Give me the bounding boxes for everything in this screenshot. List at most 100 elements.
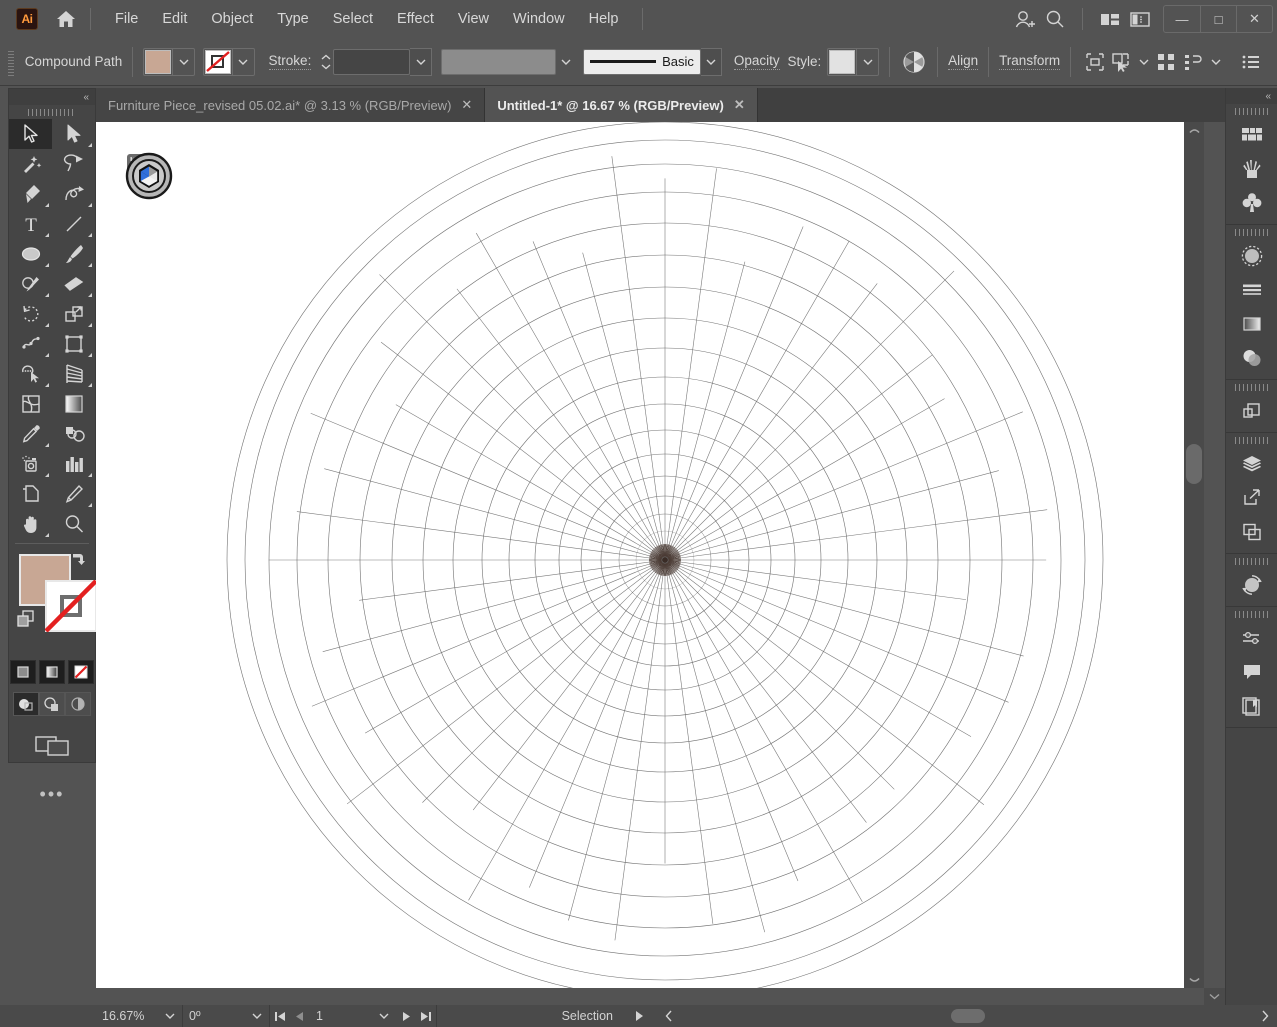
type-tool[interactable]: T <box>9 209 52 239</box>
graphic-style-control[interactable] <box>827 48 879 76</box>
opacity-label[interactable]: Opacity <box>734 53 780 70</box>
ellipse-tool[interactable] <box>9 239 52 269</box>
brushes-panel-icon[interactable] <box>1226 186 1277 220</box>
scroll-right-arrow-icon[interactable] <box>1255 1005 1277 1027</box>
comments-panel-icon[interactable] <box>1226 655 1277 689</box>
distribute-spacing-icon[interactable] <box>1180 48 1207 76</box>
slice-tool[interactable] <box>52 479 95 509</box>
fill-swatch[interactable] <box>145 50 171 74</box>
menu-item-effect[interactable]: Effect <box>385 6 446 32</box>
close-button[interactable]: ✕ <box>1236 6 1272 32</box>
color-mode-button[interactable] <box>10 660 36 684</box>
align-button[interactable]: Align <box>948 53 978 70</box>
pen-tool[interactable] <box>9 179 52 209</box>
control-bar-grip[interactable] <box>6 47 16 77</box>
horizontal-scroll-thumb[interactable] <box>951 1009 985 1023</box>
document-setup-icon[interactable] <box>1238 48 1265 76</box>
none-mode-button[interactable] <box>68 660 94 684</box>
dock-grip-5[interactable] <box>1226 554 1277 568</box>
menu-item-view[interactable]: View <box>446 6 501 32</box>
lasso-tool[interactable] <box>52 149 95 179</box>
brush-definition-chevron-down-icon[interactable] <box>701 48 722 76</box>
select-similar-icon[interactable] <box>1108 48 1135 76</box>
scroll-down-arrow-icon[interactable] <box>1184 972 1204 988</box>
stroke-weight-input[interactable] <box>333 49 411 75</box>
menu-item-select[interactable]: Select <box>321 6 385 32</box>
free-transform-tool[interactable] <box>52 329 95 359</box>
workspace-switcher-icon[interactable] <box>1125 5 1155 33</box>
isolate-selected-icon[interactable] <box>1081 48 1108 76</box>
gradient-panel-icon[interactable] <box>1226 307 1277 341</box>
stroke-profile-chevron-down-icon[interactable] <box>556 48 577 76</box>
mesh-tool[interactable] <box>9 389 52 419</box>
direct-selection-tool[interactable] <box>52 119 95 149</box>
zoom-level-input[interactable]: 16.67% <box>96 1005 158 1027</box>
dock-grip-2[interactable] <box>1226 225 1277 239</box>
add-user-icon[interactable] <box>1010 5 1040 33</box>
color-panel-icon[interactable] <box>1226 239 1277 273</box>
artboard-tool[interactable] <box>9 479 52 509</box>
asset-export-panel-icon[interactable] <box>1226 689 1277 723</box>
menu-item-edit[interactable]: Edit <box>150 6 199 32</box>
hand-tool[interactable] <box>9 509 52 539</box>
artboard-number-input[interactable]: 1 <box>310 1005 372 1027</box>
chevron-down-icon[interactable] <box>1135 48 1152 76</box>
menu-item-type[interactable]: Type <box>265 6 320 32</box>
shape-builder-tool[interactable] <box>9 359 52 389</box>
stroke-swatch-none[interactable] <box>205 50 231 74</box>
pathfinder-panel-icon[interactable] <box>1226 394 1277 428</box>
toolbar-grip[interactable] <box>9 105 95 119</box>
curvature-tool[interactable] <box>52 179 95 209</box>
eyedropper-tool[interactable] <box>9 419 52 449</box>
menu-item-help[interactable]: Help <box>577 6 631 32</box>
gradient-mode-button[interactable] <box>39 660 65 684</box>
maximize-button[interactable]: □ <box>1200 6 1236 32</box>
export-panel-icon[interactable] <box>1226 481 1277 515</box>
next-artboard-icon[interactable] <box>396 1011 416 1022</box>
symbol-sprayer-tool[interactable] <box>9 449 52 479</box>
scale-tool[interactable] <box>52 299 95 329</box>
brush-definition-dropdown[interactable]: Basic <box>583 49 701 75</box>
stroke-profile-dropdown[interactable] <box>441 49 555 75</box>
dock-grip-3[interactable] <box>1226 380 1277 394</box>
gradient-tool[interactable] <box>52 389 95 419</box>
dock-grip-1[interactable] <box>1226 104 1277 118</box>
fill-control[interactable] <box>143 48 195 76</box>
stroke-weight-chevron-down-icon[interactable] <box>410 48 431 76</box>
rotate-tool[interactable] <box>9 299 52 329</box>
selection-tool[interactable] <box>9 119 52 149</box>
stroke-label[interactable]: Stroke: <box>269 53 312 70</box>
status-menu-arrow-icon[interactable] <box>619 1005 659 1027</box>
line-segment-tool[interactable] <box>52 209 95 239</box>
canvas-vertical-scrollbar[interactable] <box>1184 122 1204 988</box>
stroke-color-control[interactable] <box>203 48 255 76</box>
rotation-chevron-down-icon[interactable] <box>245 1005 269 1027</box>
paintbrush-tool[interactable] <box>52 239 95 269</box>
close-icon[interactable]: ✕ <box>461 97 472 113</box>
blend-tool[interactable] <box>52 419 95 449</box>
radial-grid-artwork[interactable] <box>96 122 1204 988</box>
graphic-style-swatch[interactable] <box>829 50 855 74</box>
draw-normal-button[interactable] <box>13 692 39 716</box>
draw-behind-button[interactable] <box>39 692 65 716</box>
opacity-mask-icon[interactable] <box>900 48 927 76</box>
more-tools-button[interactable]: ••• <box>9 784 95 805</box>
symbols-panel-icon[interactable] <box>1226 568 1277 602</box>
toolbar-stroke-swatch[interactable] <box>45 580 97 632</box>
perspective-grid-tool[interactable] <box>52 359 95 389</box>
appearance-panel-icon[interactable] <box>1226 621 1277 655</box>
dock-collapse-button[interactable]: « <box>1226 88 1277 104</box>
close-icon[interactable]: ✕ <box>734 97 745 113</box>
home-icon[interactable] <box>54 7 78 31</box>
libraries-panel-icon[interactable] <box>1226 152 1277 186</box>
toolbar-collapse-button[interactable]: « <box>9 89 95 105</box>
canvas-corner-chevron-icon[interactable] <box>1204 988 1225 1005</box>
change-screen-mode-button[interactable] <box>30 728 74 762</box>
swap-fill-stroke-icon[interactable] <box>69 550 87 568</box>
menu-item-window[interactable]: Window <box>501 6 577 32</box>
minimize-button[interactable]: — <box>1164 6 1200 32</box>
vertical-scroll-thumb[interactable] <box>1186 444 1202 484</box>
document-tab-furniture[interactable]: Furniture Piece_revised 05.02.ai* @ 3.13… <box>96 88 485 122</box>
properties-panel-icon[interactable] <box>1226 118 1277 152</box>
menu-item-object[interactable]: Object <box>199 6 265 32</box>
